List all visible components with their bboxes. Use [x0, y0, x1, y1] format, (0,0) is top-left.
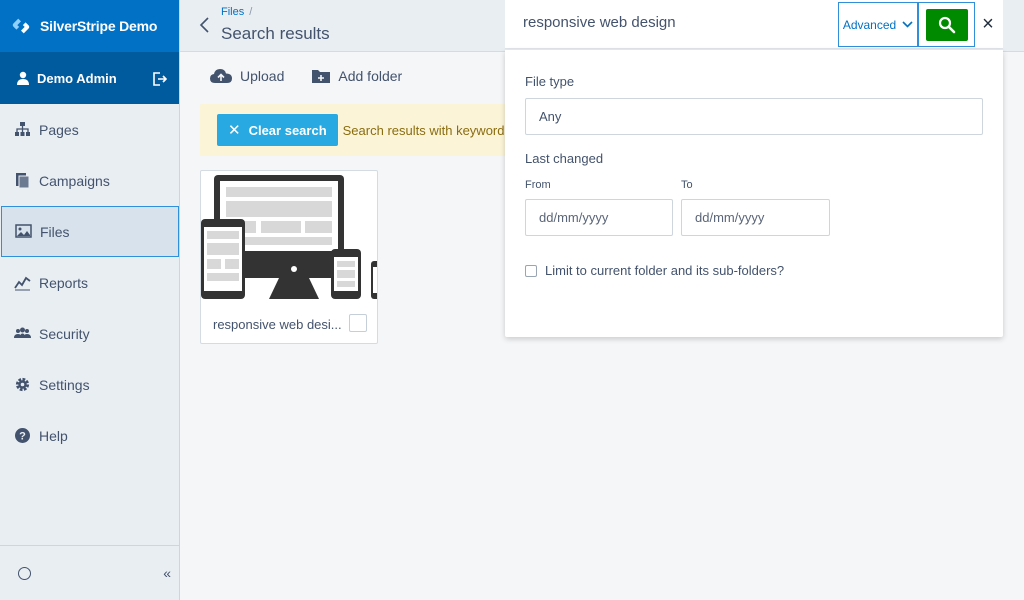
help-icon: ?: [14, 427, 31, 444]
sidebar-item-label: Settings: [39, 376, 90, 393]
clear-search-label: Clear search: [248, 122, 327, 138]
sidebar-item-reports[interactable]: Reports: [0, 257, 179, 308]
breadcrumb-separator: /: [249, 6, 253, 18]
user-icon: [17, 71, 29, 85]
sidebar-item-settings[interactable]: Settings: [0, 359, 179, 410]
brand-name: SilverStripe Demo: [40, 18, 158, 34]
svg-text:?: ?: [19, 431, 26, 443]
close-icon: ✕: [228, 122, 241, 139]
responsive-devices-image: [201, 175, 377, 299]
search-button-focus-ring: [918, 2, 975, 47]
users-icon: [14, 325, 31, 342]
sidebar-item-help[interactable]: ? Help: [0, 410, 179, 461]
upload-label: Upload: [240, 68, 285, 84]
limit-folder-checkbox[interactable]: [525, 264, 537, 277]
file-name: responsive web desi...: [213, 317, 342, 332]
campaigns-icon: [14, 172, 31, 189]
file-card[interactable]: responsive web desi...: [200, 170, 378, 344]
sidebar-item-label: Reports: [39, 274, 89, 291]
sitemap-icon: [14, 121, 31, 138]
upload-button[interactable]: Upload: [210, 68, 284, 84]
search-bar: Advanced ×: [505, 0, 1003, 49]
search-icon: [938, 16, 955, 33]
silverstripe-logo-icon: [12, 18, 30, 34]
status-circle-icon[interactable]: [18, 566, 31, 580]
file-type-select[interactable]: Any: [525, 98, 983, 135]
last-changed-label: Last changed: [525, 151, 604, 166]
chevron-down-icon: [902, 21, 913, 28]
search-notice: ✕ Clear search Search results with keywo…: [200, 104, 520, 156]
back-button[interactable]: [198, 15, 212, 35]
limit-folder-option: Limit to current folder and its sub-fold…: [525, 263, 784, 278]
file-thumbnail: [201, 171, 377, 301]
limit-folder-label[interactable]: Limit to current folder and its sub-fold…: [545, 263, 784, 278]
from-label: From: [525, 179, 551, 191]
collapse-sidebar-button[interactable]: «: [163, 565, 171, 581]
gear-icon: [14, 376, 31, 393]
advanced-search-panel: File type Any Last changed From To dd/mm…: [505, 50, 1003, 337]
sidebar-item-label: Files: [40, 223, 70, 240]
main-nav: Pages Campaigns Files Reports Security S…: [0, 104, 179, 461]
add-folder-label: Add folder: [338, 68, 403, 84]
sidebar-item-label: Security: [39, 325, 90, 342]
to-date-input[interactable]: dd/mm/yyyy: [681, 199, 830, 236]
search-notice-text: Search results with keywords: [342, 122, 511, 138]
page-title: Search results: [221, 24, 330, 43]
sidebar-footer: «: [0, 545, 179, 600]
sidebar-item-files[interactable]: Files: [1, 206, 179, 257]
brand-bar[interactable]: SilverStripe Demo: [0, 0, 179, 52]
breadcrumb: Files /: [221, 6, 252, 18]
breadcrumb-link-files[interactable]: Files: [221, 6, 244, 18]
close-search-button[interactable]: ×: [978, 14, 998, 34]
from-date-input[interactable]: dd/mm/yyyy: [525, 199, 673, 236]
search-input[interactable]: [523, 14, 823, 31]
sidebar-item-campaigns[interactable]: Campaigns: [0, 155, 179, 206]
files-toolbar: Upload Add folder: [210, 68, 402, 84]
cloud-upload-icon: [210, 69, 232, 83]
chart-line-icon: [14, 274, 31, 291]
sidebar-item-security[interactable]: Security: [0, 308, 179, 359]
sidebar: SilverStripe Demo Demo Admin Pages Campa…: [0, 0, 180, 600]
search-button[interactable]: [925, 8, 968, 41]
sidebar-item-label: Campaigns: [39, 172, 110, 189]
file-select-checkbox[interactable]: [349, 314, 367, 332]
image-icon: [15, 223, 32, 240]
user-bar[interactable]: Demo Admin: [0, 52, 179, 104]
advanced-toggle-button[interactable]: Advanced: [838, 2, 918, 47]
add-folder-button[interactable]: Add folder: [312, 68, 402, 84]
user-name: Demo Admin: [37, 70, 117, 86]
to-label: To: [681, 179, 693, 191]
file-type-label: File type: [525, 74, 575, 89]
sidebar-item-label: Pages: [39, 121, 79, 138]
folder-plus-icon: [312, 70, 331, 83]
logout-icon[interactable]: [151, 71, 167, 87]
sidebar-item-label: Help: [39, 427, 68, 444]
clear-search-button[interactable]: ✕ Clear search: [217, 114, 338, 146]
sidebar-item-pages[interactable]: Pages: [0, 104, 179, 155]
advanced-label: Advanced: [842, 17, 897, 32]
